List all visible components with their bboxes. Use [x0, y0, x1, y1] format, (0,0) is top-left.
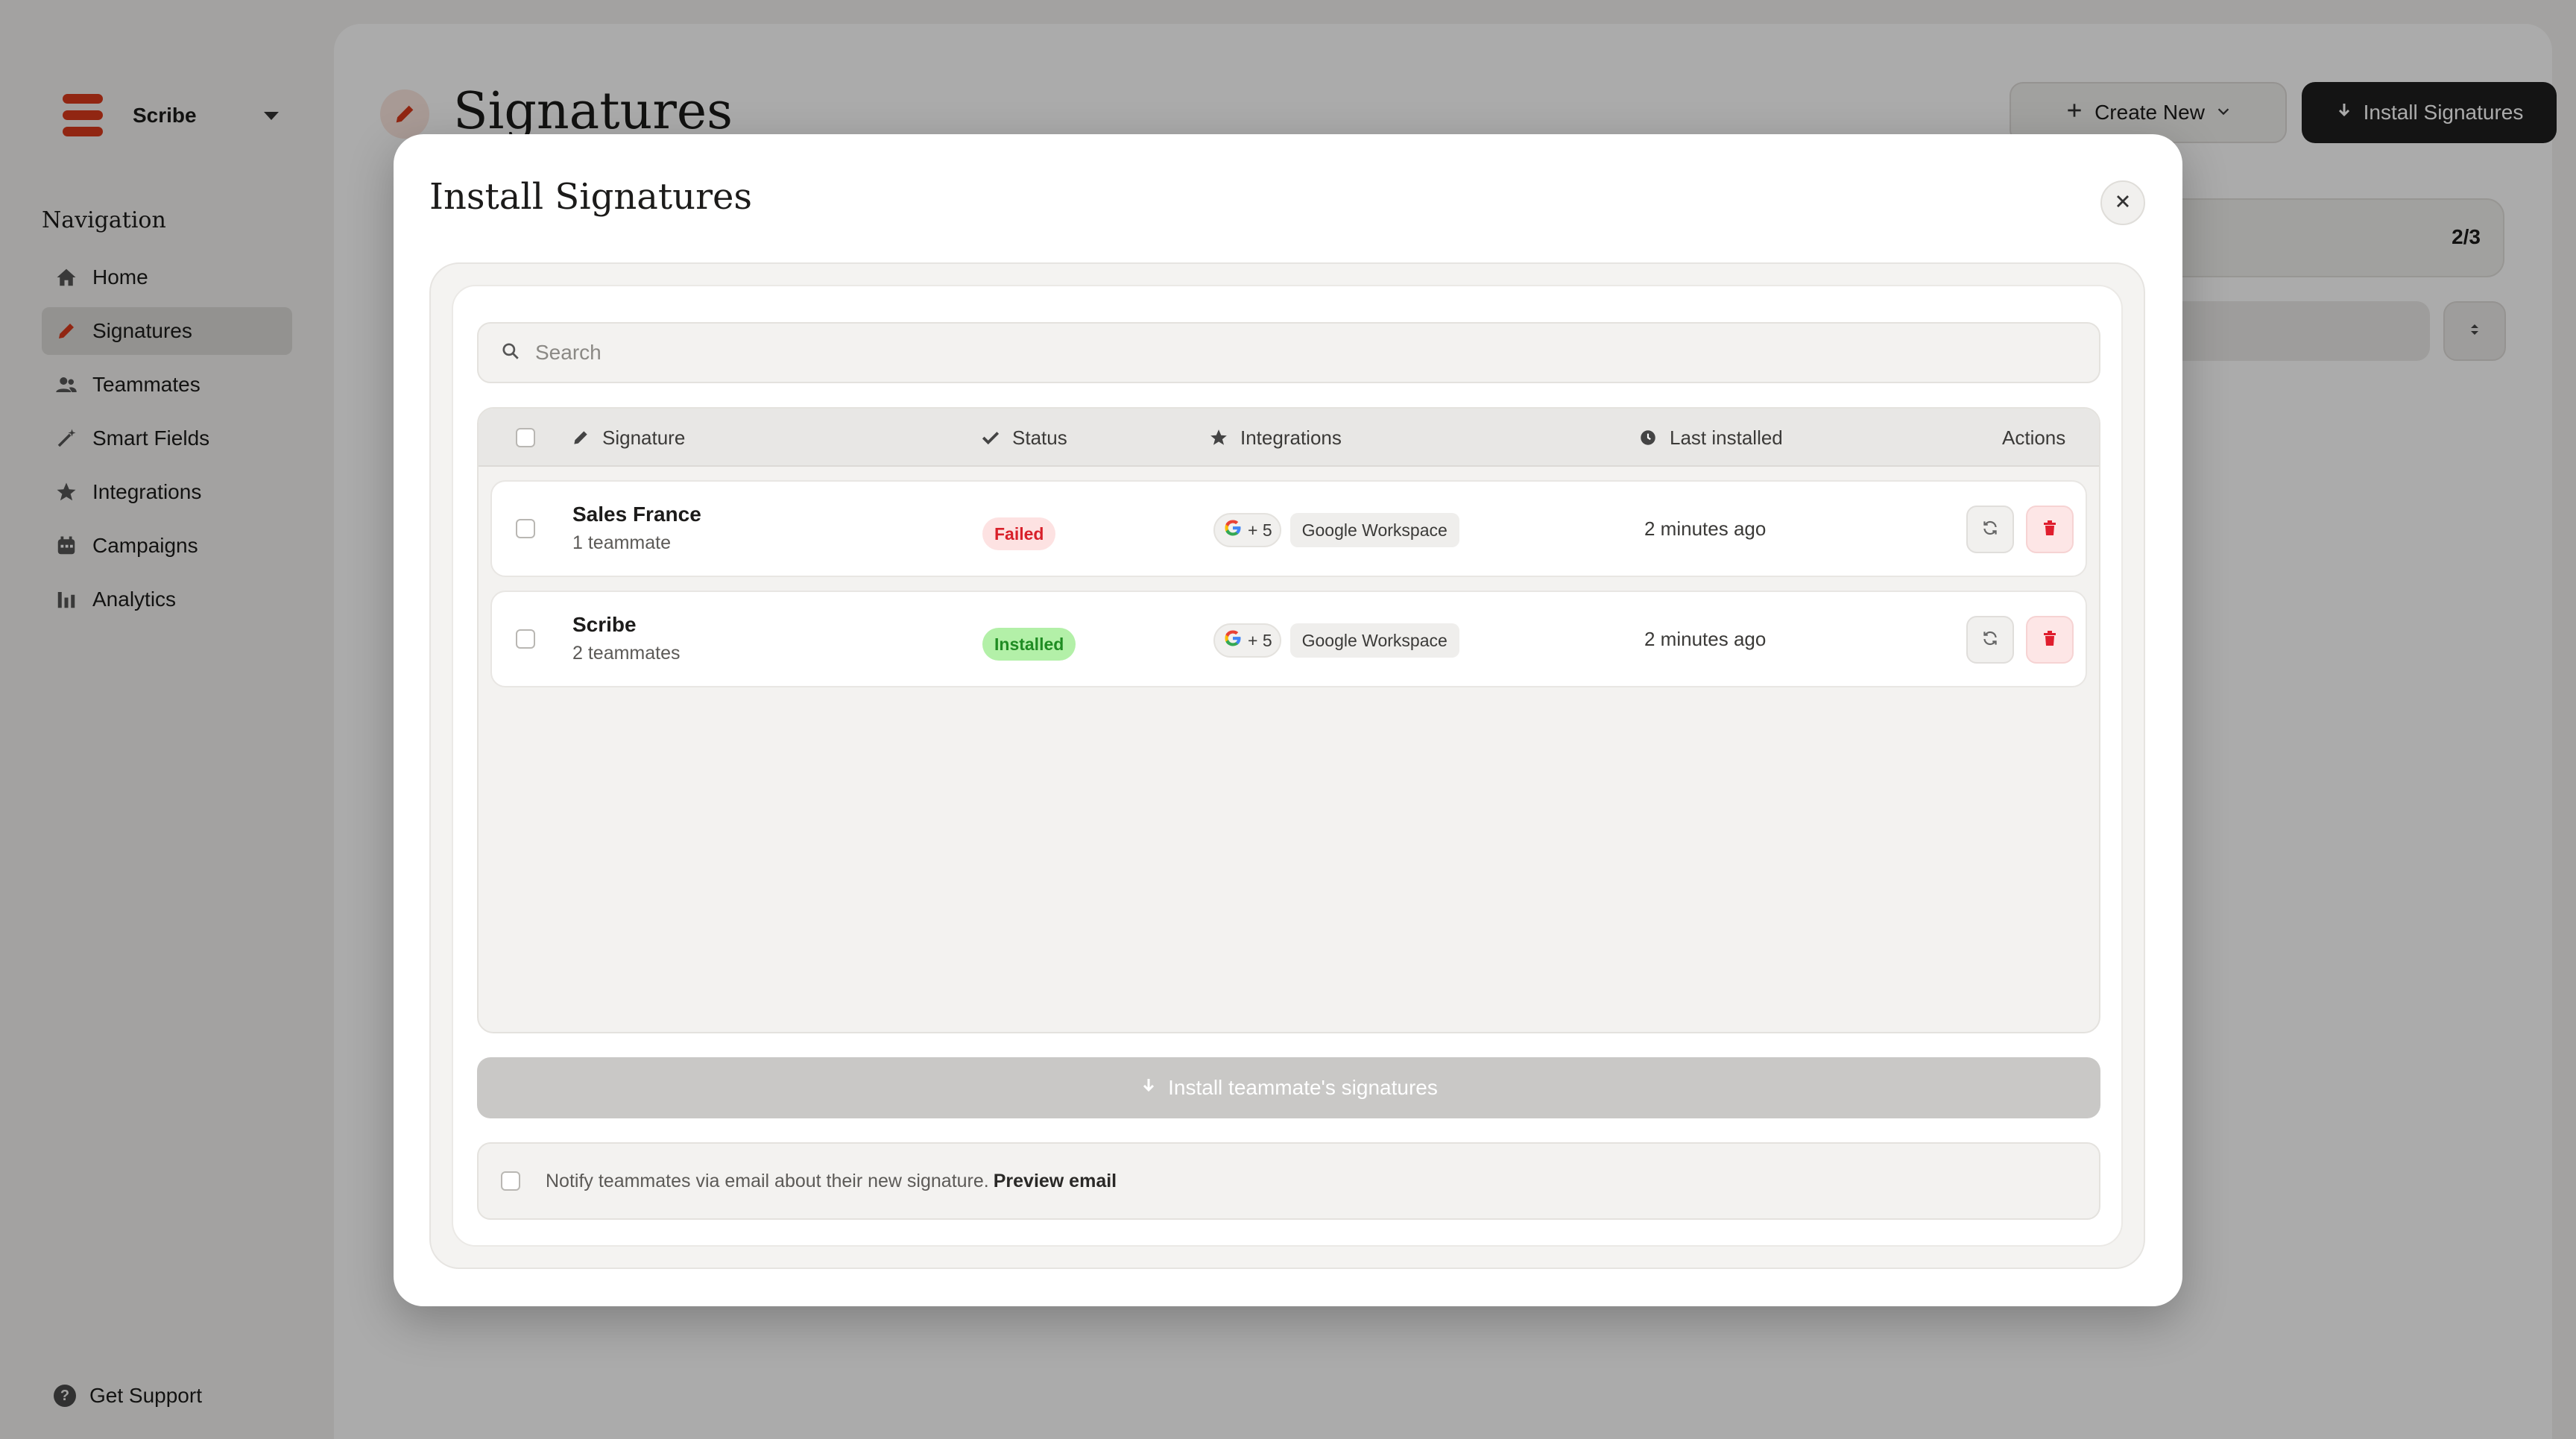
status-badge: Failed	[982, 517, 1056, 550]
refresh-icon	[1980, 518, 2000, 541]
search-input[interactable]	[535, 341, 1951, 365]
status-badge: Installed	[982, 628, 1076, 661]
integration-name-pill: Google Workspace	[1289, 513, 1459, 547]
delete-button[interactable]	[2026, 616, 2074, 664]
trash-icon	[2041, 629, 2059, 651]
notify-text: Notify teammates via email about their n…	[546, 1170, 989, 1191]
column-actions: Actions	[2002, 409, 2065, 467]
search-icon	[501, 341, 520, 365]
select-all-cell[interactable]	[516, 409, 535, 467]
teammate-count: 1 teammate	[572, 532, 672, 553]
notify-checkbox[interactable]	[501, 1171, 520, 1191]
column-status[interactable]: Status	[981, 409, 1067, 467]
signatures-table: Signature Status Integrations Last insta…	[477, 407, 2100, 1033]
signature-name: Sales France	[572, 503, 701, 526]
install-signatures-modal: Install Signatures Search Signature Stat…	[394, 134, 2182, 1306]
table-row[interactable]: Scribe 2 teammates Installed + 5 Google …	[490, 591, 2087, 687]
column-last-installed[interactable]: Last installed	[1638, 409, 1783, 467]
last-installed: 2 minutes ago	[1644, 517, 1767, 540]
download-icon	[1140, 1076, 1158, 1100]
signature-name: Scribe	[572, 613, 637, 636]
close-icon	[2114, 192, 2132, 214]
check-icon	[981, 428, 1000, 447]
row-checkbox[interactable]	[516, 519, 535, 538]
last-installed: 2 minutes ago	[1644, 628, 1767, 650]
table-row[interactable]: Sales France 1 teammate Failed + 5 Googl…	[490, 480, 2087, 577]
google-g-icon	[1222, 628, 1243, 653]
modal-panel: Signature Status Integrations	[452, 285, 2123, 1247]
clock-icon	[1638, 428, 1658, 447]
integration-count: + 5	[1248, 520, 1272, 540]
integrations-cell: + 5 Google Workspace	[1213, 513, 1459, 547]
google-g-icon	[1222, 517, 1243, 543]
column-label: Signature	[602, 426, 686, 449]
column-signature[interactable]: Signature	[571, 409, 685, 467]
column-integrations[interactable]: Integrations	[1209, 409, 1342, 467]
integration-name-pill: Google Workspace	[1289, 623, 1459, 658]
refresh-icon	[1980, 629, 2000, 652]
select-all-checkbox[interactable]	[516, 428, 535, 447]
star-icon	[1209, 428, 1228, 447]
install-teammates-signatures-button[interactable]: Install teammate's signatures	[477, 1057, 2100, 1118]
notify-option: Notify teammates via email about their n…	[477, 1142, 2100, 1220]
search-field[interactable]	[477, 322, 2100, 383]
row-checkbox[interactable]	[516, 629, 535, 649]
integration-count-pill[interactable]: + 5	[1213, 513, 1281, 547]
trash-icon	[2041, 519, 2059, 541]
close-button[interactable]	[2100, 180, 2145, 225]
table-header: Signature Status Integrations Last insta…	[479, 409, 2099, 467]
modal-body: Signature Status Integrations	[429, 262, 2145, 1269]
modal-title: Install Signatures	[429, 176, 753, 218]
reinstall-button[interactable]	[1966, 616, 2014, 664]
column-label: Last installed	[1670, 426, 1783, 449]
column-label: Actions	[2002, 426, 2066, 449]
integration-count-pill[interactable]: + 5	[1213, 623, 1281, 658]
integrations-cell: + 5 Google Workspace	[1213, 623, 1459, 658]
column-label: Status	[1012, 426, 1067, 449]
teammate-count: 2 teammates	[572, 643, 681, 664]
delete-button[interactable]	[2026, 506, 2074, 553]
preview-email-link[interactable]: Preview email	[994, 1171, 1117, 1192]
install-button-label: Install teammate's signatures	[1168, 1076, 1438, 1099]
integration-count: + 5	[1248, 630, 1272, 650]
reinstall-button[interactable]	[1966, 506, 2014, 553]
pen-icon	[571, 428, 590, 447]
column-label: Integrations	[1240, 426, 1342, 449]
